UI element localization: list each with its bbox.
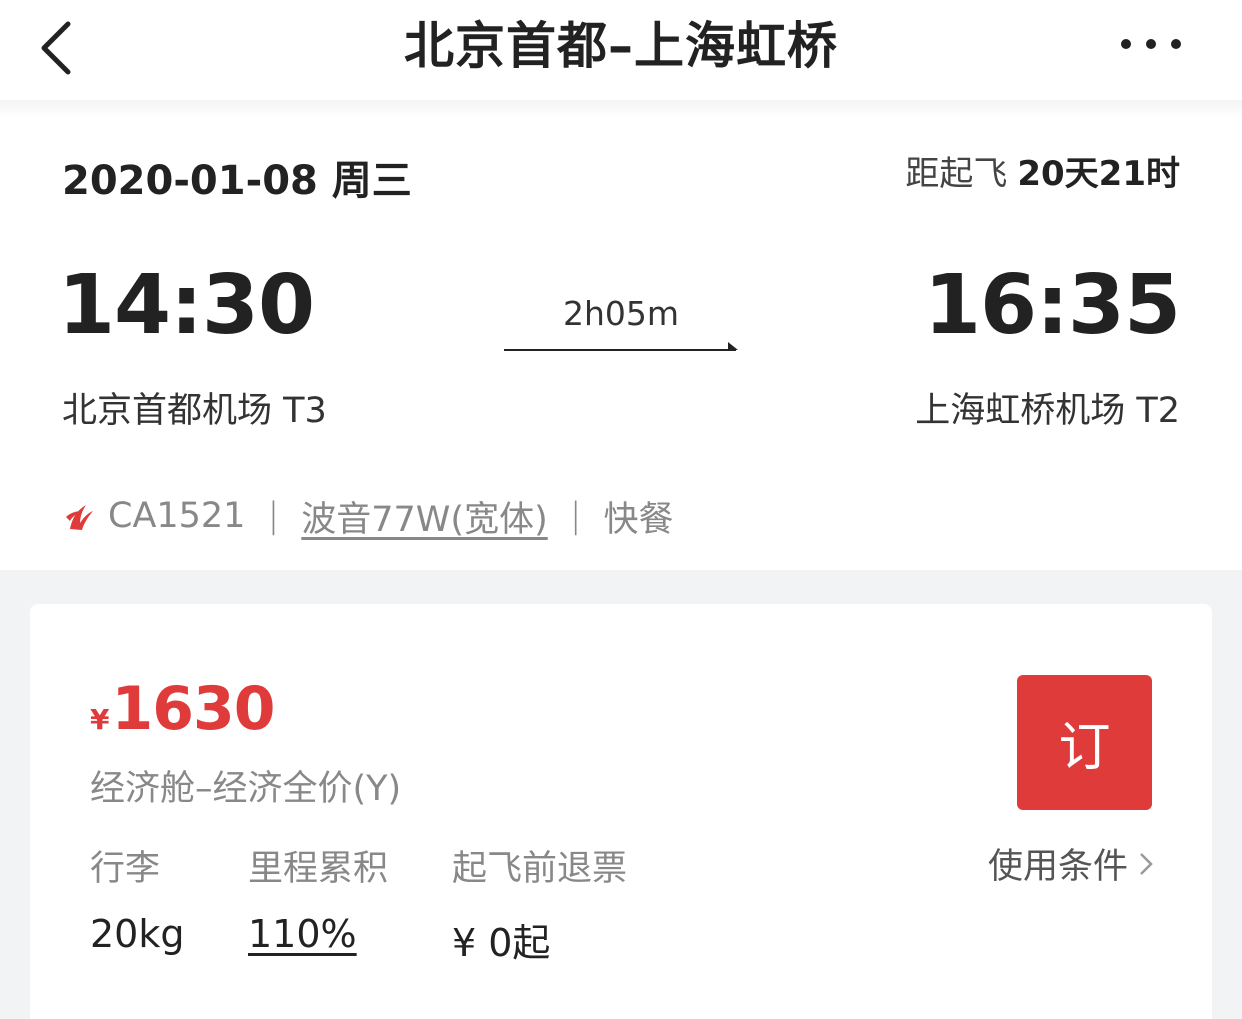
arrival-time: 16:35 xyxy=(923,258,1181,353)
flight-date: 2020-01-08 周三 xyxy=(62,158,412,204)
fare-card: ¥1630 经济舱–经济全价(Y) 行李 里程累积 起飞前退票 20kg 110… xyxy=(30,604,1212,1019)
terms-link[interactable]: 使用条件 xyxy=(988,838,1154,889)
departure-time: 14:30 xyxy=(58,258,315,353)
departure-countdown: 距起飞 20天21时 xyxy=(905,146,1180,195)
price-amount: 1630 xyxy=(111,674,275,744)
nav-bar: 北京首都–上海虹桥 xyxy=(0,0,1242,100)
terms-label: 使用条件 xyxy=(987,847,1128,887)
departure-airport: 北京首都机场 T3 xyxy=(62,391,327,431)
more-button[interactable] xyxy=(1116,24,1186,64)
aircraft-type-link[interactable]: 波音77W(宽体) xyxy=(301,491,547,542)
air-china-logo-icon xyxy=(66,505,93,530)
separator: | xyxy=(569,496,582,536)
flight-duration: 2h05m xyxy=(562,294,680,333)
nav-shadow xyxy=(0,100,1242,118)
flight-info-section: 2020-01-08 周三 距起飞 20天21时 14:30 2h05m 16:3… xyxy=(0,118,1242,570)
book-button[interactable]: 订 xyxy=(1017,675,1152,810)
cabin-class: 经济舱–经济全价(Y) xyxy=(90,769,402,809)
separator: | xyxy=(267,496,280,536)
flight-number: CA1521 xyxy=(108,496,246,536)
page-title: 北京首都–上海虹桥 xyxy=(404,17,838,75)
miles-value-link[interactable]: 110% xyxy=(248,912,357,956)
countdown-value: 20天21时 xyxy=(1017,154,1180,194)
fare-price: ¥1630 xyxy=(90,674,275,744)
baggage-value: 20kg xyxy=(90,912,185,956)
arrival-airport: 上海虹桥机场 T2 xyxy=(915,391,1180,431)
baggage-label: 行李 xyxy=(90,849,161,889)
chevron-right-icon xyxy=(1140,852,1153,875)
countdown-label: 距起飞 xyxy=(905,154,1008,194)
more-horizontal-icon xyxy=(1121,39,1181,49)
flight-detail-page: 北京首都–上海虹桥 2020-01-08 周三 距起飞 20天21时 14:30 … xyxy=(0,0,1242,1019)
refund-label: 起飞前退票 xyxy=(452,849,628,889)
refund-value: ¥ 0起 xyxy=(452,921,551,965)
arrow-right-icon xyxy=(504,342,738,351)
meal-type: 快餐 xyxy=(603,499,674,540)
currency-symbol: ¥ xyxy=(90,703,110,736)
miles-label: 里程累积 xyxy=(248,849,389,889)
flight-meta-row: CA1521 | 波音77W(宽体) | 快餐 xyxy=(62,494,674,540)
